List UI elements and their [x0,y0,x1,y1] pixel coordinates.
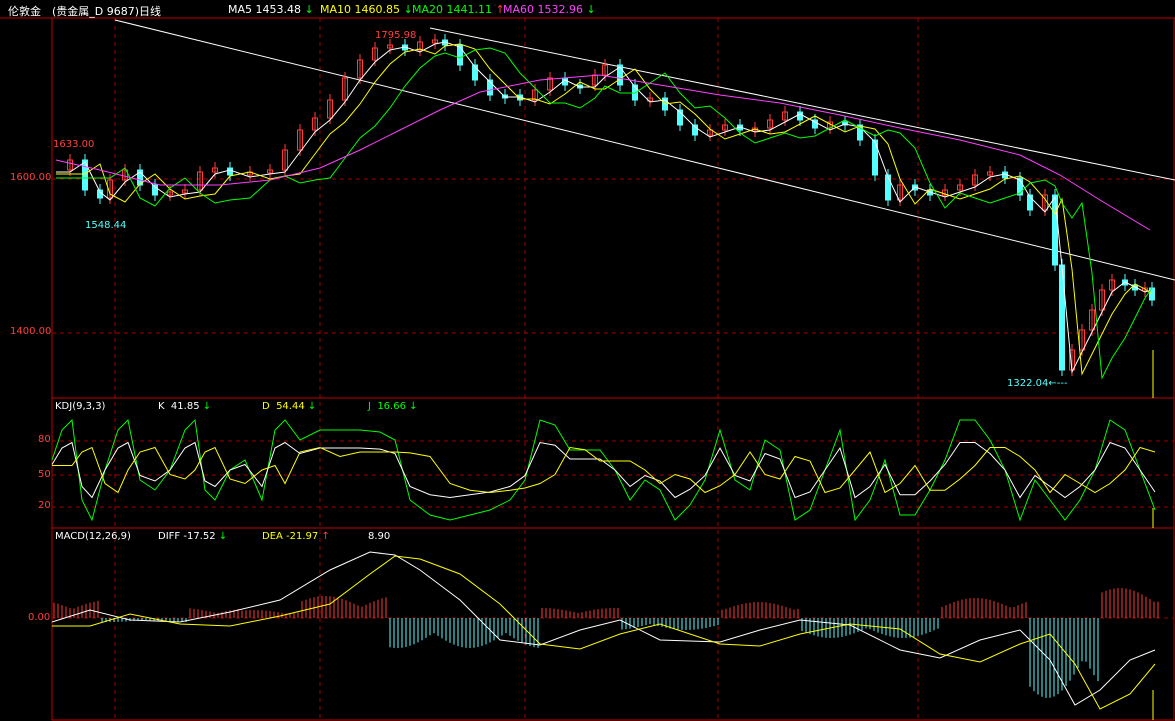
kdj-tick-80: 80 [38,434,51,445]
macd-diff-value: -17.52 [183,531,216,542]
ma20-value: 1441.11 [446,3,493,16]
down-candle [457,44,463,66]
kdj-d-value: 54.44 [276,401,305,412]
down-candle [1052,194,1058,266]
ma60-line [55,74,1151,231]
kdj-d-label: D [262,401,270,412]
kdj-d-arrow-icon: ↓ [307,401,317,412]
ma5-indicator[interactable]: MA5 1453.48 ↓ [228,3,314,16]
down-candle [797,111,803,121]
left-high-annotation: 1633.00 [53,139,95,150]
macd-dea-line [52,555,1156,710]
macd-diff-label: DIFF [158,531,181,542]
macd-tick-zero: 0.00 [28,612,51,623]
high-price-annotation: 1795.98 [375,30,417,41]
down-candle [872,139,878,176]
price-tick-1400: 1400.00 [10,326,52,337]
kdj-k-arrow-icon: ↓ [202,401,212,412]
ma5-line [56,41,1153,374]
kdj-k-line [51,441,1156,499]
kdj-j-value: 16.66 [377,401,406,412]
macd-dea-arrow-icon: ↑ [321,531,330,542]
trend-channel-upper-line [429,27,1175,181]
ma60-indicator[interactable]: MA60 1532.96 ↓ [503,3,596,16]
macd-diff-indicator: DIFF -17.52 ↓ [158,531,227,542]
kdj-j-label: J [368,401,371,412]
macd-diff-arrow-icon: ↓ [218,531,228,542]
kdj-k-value: 41.85 [170,401,200,412]
trend-channel-lower-line [114,19,1175,281]
chart-canvas[interactable] [0,0,1175,721]
kdj-tick-20: 20 [38,500,51,511]
macd-dea-value: -21.97 [286,531,319,542]
window-title: 伦敦金 [8,5,41,18]
ma60-value: 1532.96 [537,3,584,16]
kdj-d-indicator: D 54.44 ↓ [262,401,316,412]
ma5-arrow-icon: ↓ [304,3,314,16]
price-tick-1600: 1600.00 [10,172,52,183]
ma10-value: 1460.85 [354,3,401,16]
instrument-label: (贵金属_D 9687)日线 [52,5,162,18]
ma60-arrow-icon: ↓ [586,3,596,16]
down-candle [227,167,233,176]
macd-panel-frame [51,527,1175,721]
kdj-k-label: K [158,401,165,412]
macd-value: 8.90 [368,531,391,542]
ma10-indicator[interactable]: MA10 1460.85 ↓ [320,3,413,16]
down-candle [885,174,891,201]
left-low-annotation: 1548.44 [85,220,127,231]
ma20-indicator[interactable]: MA20 1441.11 ↑ [412,3,505,16]
macd-diff-line [51,551,1156,706]
macd-dea-label: DEA [262,531,283,542]
ma20-label: MA20 [412,3,444,16]
kdj-k-indicator: K 41.85 ↓ [158,401,211,412]
low-price-annotation: 1322.04←--- [1007,378,1068,389]
kdj-j-arrow-icon: ↓ [409,401,418,412]
kdj-j-line [51,418,1156,522]
kdj-panel-frame [51,397,1175,529]
ma10-label: MA10 [320,3,352,16]
macd-dea-indicator: DEA -21.97 ↑ [262,531,330,542]
kdj-j-indicator: J 16.66 ↓ [368,401,418,412]
ma5-label: MA5 [228,3,253,16]
macd-title: MACD(12,26,9) [55,531,131,542]
ma5-value: 1453.48 [255,3,302,16]
price-panel-frame [51,17,1175,399]
ma10-line [56,43,1153,376]
ma20-line [56,47,1153,380]
kdj-title: KDJ(9,3,3) [55,401,106,412]
ma60-label: MA60 [503,3,535,16]
kdj-tick-50: 50 [38,469,51,480]
